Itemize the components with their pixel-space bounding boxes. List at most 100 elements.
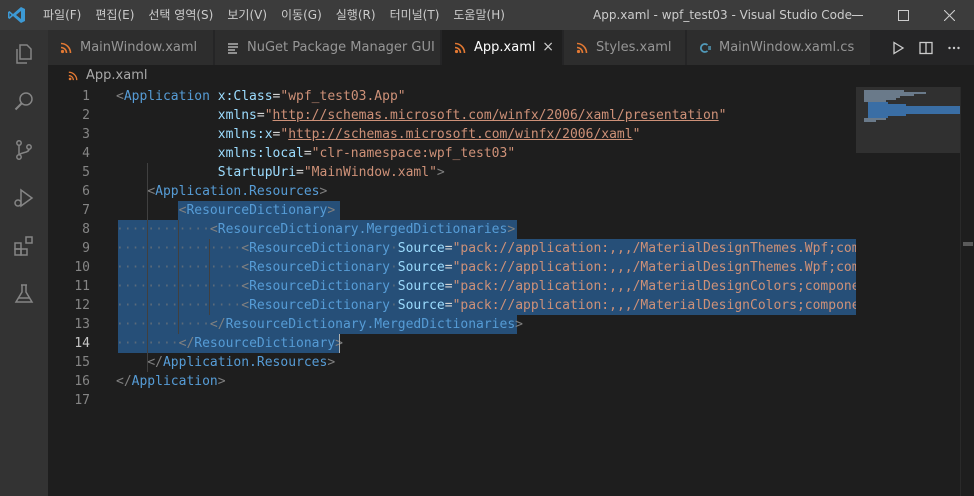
split-editor-icon	[919, 41, 933, 54]
code-token: Source	[397, 279, 445, 294]
code-token: =	[444, 241, 453, 256]
line-number: 13	[74, 317, 90, 332]
code-token: "MainWindow.xaml"	[303, 165, 437, 180]
code-token: xmlns:x	[217, 127, 273, 142]
code-token: http://schemas.microsoft.com/winfx/2006/…	[288, 127, 633, 142]
search-button[interactable]	[0, 78, 48, 126]
source-control-icon	[16, 140, 32, 160]
code-line[interactable]: ········</ResourceDictionary>	[116, 334, 343, 353]
line-number: 6	[82, 184, 90, 199]
window-title: App.xaml - wpf_test03 - Visual Studio Co…	[593, 8, 853, 22]
code-token: <	[241, 279, 250, 294]
code-token: =	[303, 146, 312, 161]
tab-app-xaml[interactable]: App.xaml ×	[442, 30, 563, 65]
tab-nuget-package-manager[interactable]: NuGet Package Manager GUI	[215, 30, 441, 65]
explorer-button[interactable]	[0, 30, 48, 78]
menu-help[interactable]: 도움말(H)	[446, 0, 512, 30]
minimize-button[interactable]	[834, 0, 880, 30]
code-token: "	[264, 108, 273, 123]
maximize-button[interactable]	[880, 0, 926, 30]
code-line[interactable]: xmlns:local="clr-namespace:wpf_test03"	[116, 144, 515, 163]
minimap[interactable]	[856, 87, 960, 496]
scrollbar-thumb[interactable]	[963, 242, 973, 246]
code-line[interactable]: ················<ResourceDictionary·Sour…	[116, 277, 856, 296]
extensions-button[interactable]	[0, 222, 48, 270]
code-token: =	[444, 260, 453, 275]
testing-button[interactable]	[0, 270, 48, 318]
code-token: <	[241, 241, 250, 256]
menu-file[interactable]: 파일(F)	[36, 0, 88, 30]
line-number: 12	[74, 298, 90, 313]
code-line[interactable]: ················<ResourceDictionary·Sour…	[116, 239, 856, 258]
code-token: >	[319, 184, 328, 199]
code-token: Source	[397, 298, 445, 313]
source-control-button[interactable]	[0, 126, 48, 174]
code-line[interactable]: xmlns:x="http://schemas.microsoft.com/wi…	[116, 125, 641, 144]
code-line[interactable]: ················<ResourceDictionary·Sour…	[116, 258, 856, 277]
tab-mainwindow-xaml[interactable]: MainWindow.xaml	[48, 30, 214, 65]
csharp-icon	[699, 43, 711, 53]
code-line[interactable]: ············<ResourceDictionary.MergedDi…	[116, 220, 515, 239]
title-bar: 파일(F) 편집(E) 선택 영역(S) 보기(V) 이동(G) 실행(R) 터…	[0, 0, 974, 30]
code-line[interactable]: <Application.Resources>	[116, 182, 327, 201]
line-number: 9	[82, 241, 90, 256]
menu-selection[interactable]: 선택 영역(S)	[141, 0, 220, 30]
line-number: 5	[82, 165, 90, 180]
code-line[interactable]: </Application.Resources>	[116, 353, 335, 372]
line-number: 16	[74, 374, 90, 389]
close-icon	[943, 9, 955, 21]
menu-go[interactable]: 이동(G)	[274, 0, 329, 30]
code-token: </	[178, 336, 195, 351]
menu-terminal[interactable]: 터미널(T)	[383, 0, 447, 30]
close-window-button[interactable]	[926, 0, 972, 30]
line-number: 10	[74, 260, 90, 275]
more-actions-button[interactable]	[942, 30, 966, 65]
code-line[interactable]: ············</ResourceDictionary.MergedD…	[116, 315, 523, 334]
code-token: ················	[116, 298, 242, 313]
vertical-scrollbar[interactable]	[960, 87, 974, 496]
code-token: ········	[116, 336, 179, 351]
menu-edit[interactable]: 편집(E)	[88, 0, 141, 30]
run-debug-button[interactable]	[0, 174, 48, 222]
code-line[interactable]: xmlns="http://schemas.microsoft.com/winf…	[116, 106, 727, 125]
line-number: 11	[74, 279, 90, 294]
extensions-icon	[14, 236, 33, 256]
breadcrumb-file[interactable]: App.xaml	[86, 65, 147, 87]
code-token: Application	[123, 89, 210, 104]
code-token: Application.Resources	[155, 184, 320, 199]
split-editor-button[interactable]	[914, 30, 938, 65]
code-line[interactable]: StartupUri="MainWindow.xaml">	[116, 163, 445, 182]
run-file-button[interactable]	[886, 30, 910, 65]
tab-styles-xaml[interactable]: Styles.xaml	[564, 30, 686, 65]
code-token: "pack://application:,,,/MaterialDesignTh…	[452, 241, 856, 256]
code-token: ResourceDictionary	[249, 298, 390, 313]
code-token: ·	[389, 241, 398, 256]
rss-xml-icon	[454, 42, 466, 54]
rss-xml-icon	[60, 42, 72, 54]
code-token: ResourceDictionary	[186, 203, 328, 218]
code-editor[interactable]: 1 2 3 4 5 6 7 8 9 10 11 12 13 14 15 16 17 <Application x…	[48, 87, 856, 496]
code-token: >	[327, 203, 336, 218]
code-token: xmlns:local	[217, 146, 304, 161]
menu-view[interactable]: 보기(V)	[220, 0, 274, 30]
code-token: </	[209, 317, 226, 332]
activity-bar	[0, 30, 48, 496]
rss-xml-icon	[576, 42, 588, 54]
line-number: 7	[82, 203, 90, 218]
code-token: >	[507, 222, 516, 237]
code-token: ·	[389, 260, 398, 275]
code-line[interactable]: ················<ResourceDictionary·Sour…	[116, 296, 856, 315]
code-line[interactable]: <ResourceDictionary>	[116, 201, 336, 220]
code-line[interactable]: <Application x:Class="wpf_test03.App"	[116, 87, 406, 106]
code-token: >	[217, 374, 226, 389]
tab-mainwindow-xaml-cs[interactable]: MainWindow.xaml.cs	[687, 30, 871, 65]
code-token: http://schemas.microsoft.com/winfx/2006/…	[272, 108, 719, 123]
code-token: "clr-namespace:wpf_test03"	[311, 146, 516, 161]
code-token: "	[632, 127, 641, 142]
code-token: =	[444, 279, 453, 294]
code-line[interactable]: </Application>	[116, 372, 226, 391]
run-debug-icon	[14, 188, 34, 208]
tab-close-button[interactable]: ×	[542, 30, 554, 65]
menu-run[interactable]: 실행(R)	[329, 0, 383, 30]
